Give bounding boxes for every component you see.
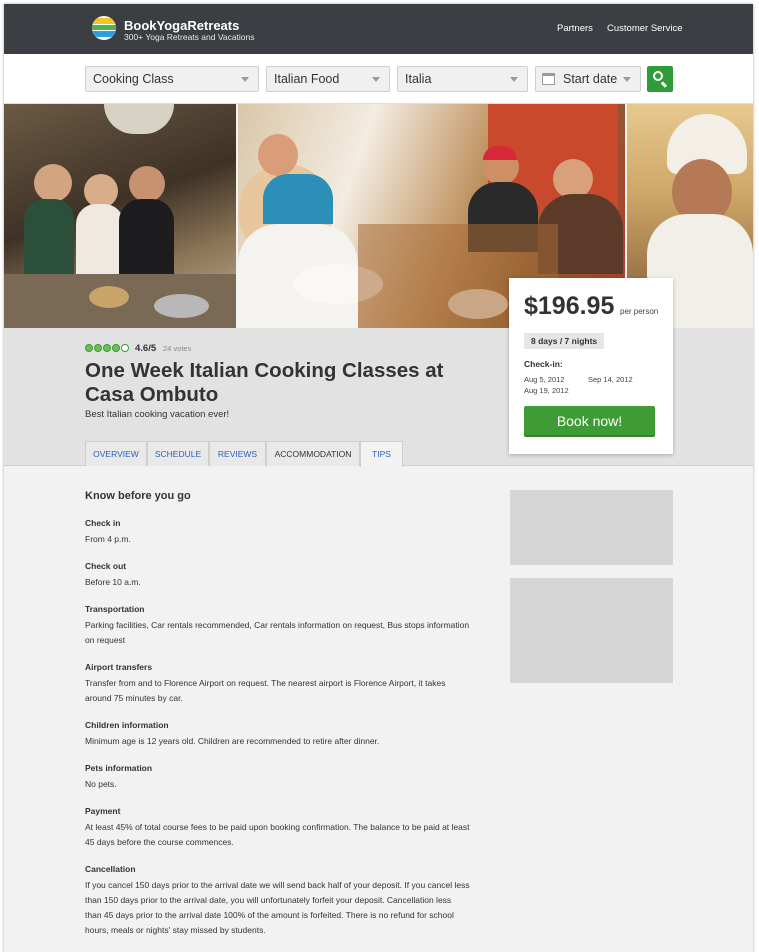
tip-body: At least 45% of total course fees to be … bbox=[85, 822, 470, 847]
section-title: Know before you go bbox=[85, 490, 191, 502]
tip-heading: Payment bbox=[85, 806, 121, 816]
star-empty-icon bbox=[121, 344, 129, 352]
cuisine-select-value: Italian Food bbox=[274, 72, 340, 86]
tip-body: Parking facilities, Car rentals recommen… bbox=[85, 620, 470, 645]
calendar-icon bbox=[542, 73, 555, 85]
checkin-date-option[interactable]: Aug 5, 2012 bbox=[524, 375, 564, 384]
tip-body: Transfer from and to Florence Airport on… bbox=[85, 678, 446, 703]
brand-name[interactable]: BookYogaRetreats bbox=[124, 18, 239, 33]
tab-schedule[interactable]: SCHEDULE bbox=[147, 441, 209, 466]
page-title: One Week Italian Cooking Classes at Casa… bbox=[85, 359, 444, 406]
tip-heading: Transportation bbox=[85, 604, 145, 614]
page-subtitle: Best Italian cooking vacation ever! bbox=[85, 409, 230, 420]
duration-badge: 8 days / 7 nights bbox=[524, 333, 605, 349]
tip-item: Cancellation If you cancel 150 days prio… bbox=[85, 864, 470, 938]
booking-card: $196.95 per person 8 days / 7 nights Che… bbox=[509, 278, 673, 454]
search-button[interactable] bbox=[647, 66, 673, 92]
star-icon bbox=[112, 344, 120, 352]
cuisine-select[interactable]: Italian Food bbox=[266, 66, 390, 92]
tip-item: Pets information No pets. bbox=[85, 763, 470, 792]
chevron-down-icon bbox=[372, 77, 380, 82]
category-select[interactable]: Cooking Class bbox=[85, 66, 259, 92]
sidebar-ad-placeholder bbox=[510, 578, 673, 683]
tip-item: Check out Before 10 a.m. bbox=[85, 561, 470, 590]
location-select[interactable]: Italia bbox=[397, 66, 528, 92]
brand-logo-icon[interactable] bbox=[92, 16, 116, 40]
chevron-down-icon bbox=[623, 77, 631, 82]
tip-body: No pets. bbox=[85, 779, 117, 789]
chevron-down-icon bbox=[241, 77, 249, 82]
nav-link-customer-service[interactable]: Customer Service bbox=[607, 23, 683, 34]
top-nav-bar: BookYogaRetreats 300+ Yoga Retreats and … bbox=[4, 4, 753, 54]
nav-link-partners[interactable]: Partners bbox=[557, 23, 593, 34]
tab-reviews[interactable]: REVIEWS bbox=[209, 441, 266, 466]
tip-item: Airport transfers Transfer from and to F… bbox=[85, 662, 470, 706]
tab-overview[interactable]: OVERVIEW bbox=[85, 441, 147, 466]
price: $196.95 bbox=[524, 292, 615, 320]
tip-item: Children information Minimum age is 12 y… bbox=[85, 720, 470, 749]
page-frame: BookYogaRetreats 300+ Yoga Retreats and … bbox=[4, 4, 753, 952]
search-icon bbox=[653, 71, 663, 81]
search-bar: Cooking Class Italian Food Italia Start … bbox=[4, 54, 753, 104]
rating-votes[interactable]: 24 votes bbox=[163, 344, 191, 353]
location-select-value: Italia bbox=[405, 72, 432, 86]
star-icon bbox=[103, 344, 111, 352]
tab-accommodation[interactable]: ACCOMMODATION bbox=[266, 441, 360, 466]
sidebar-ad-placeholder bbox=[510, 490, 673, 565]
category-select-value: Cooking Class bbox=[93, 72, 174, 86]
start-date-placeholder: Start date bbox=[563, 72, 618, 86]
tip-body: Before 10 a.m. bbox=[85, 577, 141, 587]
tip-body: From 4 p.m. bbox=[85, 534, 131, 544]
checkin-date-option[interactable]: Aug 19, 2012 bbox=[524, 386, 569, 395]
tip-body: If you cancel 150 days prior to the arri… bbox=[85, 880, 470, 935]
tip-item: Transportation Parking facilities, Car r… bbox=[85, 604, 470, 648]
tip-body: Minimum age is 12 years old. Children ar… bbox=[85, 736, 380, 746]
tip-heading: Check out bbox=[85, 561, 127, 571]
checkin-label: Check-in: bbox=[524, 359, 563, 369]
star-icon bbox=[94, 344, 102, 352]
tab-tips[interactable]: TIPS bbox=[360, 441, 403, 467]
start-date-picker[interactable]: Start date bbox=[535, 66, 641, 92]
hero-photo-kitchen[interactable] bbox=[4, 104, 236, 328]
tip-heading: Airport transfers bbox=[85, 662, 153, 672]
tip-heading: Pets information bbox=[85, 763, 153, 773]
brand-tagline: 300+ Yoga Retreats and Vacations bbox=[124, 32, 255, 42]
price-unit: per person bbox=[620, 307, 659, 316]
rating-score: 4.6/5 bbox=[135, 343, 157, 354]
checkin-date-option[interactable]: Sep 14, 2012 bbox=[588, 375, 633, 384]
tips-section: Know before you go Check in From 4 p.m. … bbox=[85, 490, 470, 952]
tip-item: Payment At least 45% of total course fee… bbox=[85, 806, 470, 850]
tip-heading: Children information bbox=[85, 720, 169, 730]
tip-item: Check in From 4 p.m. bbox=[85, 518, 470, 547]
star-icon bbox=[85, 344, 93, 352]
book-now-button[interactable]: Book now! bbox=[524, 406, 655, 437]
tip-heading: Check in bbox=[85, 518, 121, 528]
tip-heading: Cancellation bbox=[85, 864, 136, 874]
chevron-down-icon bbox=[510, 77, 518, 82]
